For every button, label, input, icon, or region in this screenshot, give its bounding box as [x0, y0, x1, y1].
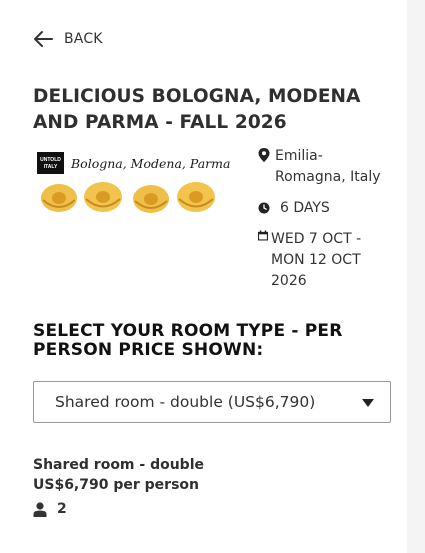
guests-count: 2 — [57, 501, 67, 517]
back-button[interactable]: BACK — [33, 29, 103, 49]
tour-location: Emilia- Romagna, Italy — [258, 146, 398, 188]
clock-icon — [258, 202, 270, 214]
arrow-left-icon — [34, 31, 53, 47]
banner-script-text: Bologna, Modena, Parma — [70, 156, 230, 171]
svg-text:ITALY: ITALY — [44, 164, 58, 170]
room-type-selected-value: Shared room - double (US$6,790) — [55, 393, 316, 411]
room-summary-price: US$6,790 per person — [33, 477, 199, 493]
room-type-select[interactable]: Shared room - double (US$6,790) — [33, 381, 391, 423]
tour-duration: 6 DAYS — [258, 198, 398, 219]
room-guests: 2 — [33, 500, 67, 518]
tour-banner-image: UNTOLD ITALY Bologna, Modena, Parma — [33, 148, 238, 218]
tour-dates: WED 7 OCT - MON 12 OCT 2026 — [258, 229, 398, 292]
chevron-down-icon — [362, 399, 374, 407]
untold-italy-logo — [37, 152, 64, 174]
svg-text:UNTOLD: UNTOLD — [40, 157, 61, 163]
person-icon — [33, 501, 47, 517]
scrollbar-gutter[interactable] — [407, 0, 425, 553]
map-pin-icon — [258, 148, 270, 162]
back-label: BACK — [64, 31, 103, 47]
calendar-icon — [258, 230, 268, 241]
page-title: DELICIOUS BOLOGNA, MODENA AND PARMA - FA… — [33, 86, 361, 133]
room-type-heading: SELECT YOUR ROOM TYPE - PER PERSON PRICE… — [33, 321, 343, 360]
room-summary-name: Shared room - double — [33, 457, 205, 473]
room-summary: Shared room - double US$6,790 per person — [33, 455, 204, 495]
